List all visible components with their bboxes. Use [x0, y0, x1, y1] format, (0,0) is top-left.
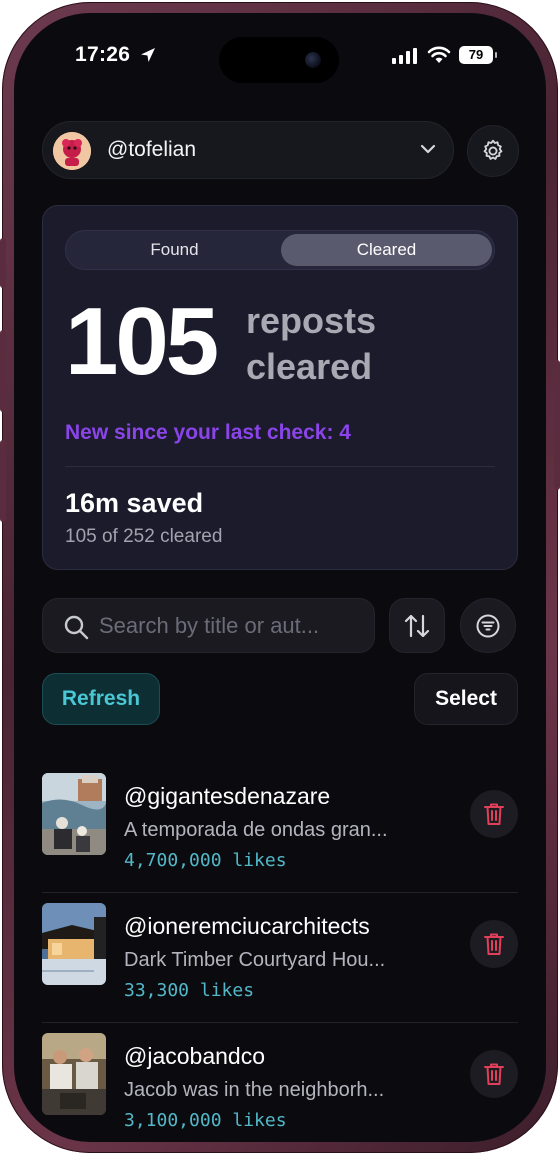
- search-icon: [64, 615, 89, 640]
- gear-icon: [483, 139, 503, 160]
- action-button: [0, 238, 6, 288]
- wifi-icon: [427, 46, 451, 63]
- camera-icon: [305, 52, 321, 68]
- list-item[interactable]: @ioneremciucarchitects Dark Timber Court…: [42, 893, 518, 1023]
- sort-icon: [404, 614, 430, 637]
- post-likes: 3,100,000 likes: [124, 1110, 287, 1131]
- volume-up-button: [0, 330, 6, 412]
- stats-card: Found Cleared 105 reposts cleared New si…: [42, 205, 518, 570]
- post-title: A temporada de ondas gran...: [124, 819, 388, 841]
- time-saved: 16m saved: [65, 488, 204, 518]
- battery-icon: 79: [459, 46, 497, 64]
- post-thumbnail: [42, 773, 106, 855]
- account-selector[interactable]: @tofelian: [42, 121, 454, 179]
- trash-icon: [484, 1063, 504, 1085]
- volume-down-button: [0, 440, 6, 522]
- tab-cleared[interactable]: Cleared: [281, 234, 492, 266]
- app-screen: 17:26 79 @tofelian Found Cleared 105 rep…: [14, 13, 546, 1142]
- status-time: 17:26: [75, 43, 131, 66]
- post-title: Dark Timber Courtyard Hou...: [124, 949, 386, 971]
- list-item[interactable]: @jacobandco Jacob was in the neighborh..…: [42, 1023, 518, 1142]
- search-input[interactable]: [99, 599, 359, 652]
- trash-icon: [484, 803, 504, 825]
- post-author: @ioneremciucarchitects: [124, 913, 370, 939]
- cleared-count-label: reposts cleared: [246, 298, 376, 390]
- tab-found[interactable]: Found: [69, 234, 280, 266]
- new-since-last-check: New since your last check: 4: [65, 421, 351, 444]
- list-item[interactable]: @gigantesdenazare A temporada de ondas g…: [42, 763, 518, 893]
- trash-icon: [484, 933, 504, 955]
- chevron-down-icon: [420, 144, 436, 154]
- sort-button[interactable]: [389, 598, 445, 653]
- avatar-image: [53, 132, 91, 170]
- post-title: Jacob was in the neighborh...: [124, 1079, 385, 1101]
- post-author: @gigantesdenazare: [124, 783, 331, 809]
- post-likes: 4,700,000 likes: [124, 850, 287, 871]
- post-thumbnail: [42, 903, 106, 985]
- search-bar[interactable]: [42, 598, 375, 653]
- card-divider: [65, 466, 495, 467]
- post-thumbnail: [42, 1033, 106, 1115]
- repost-list: @gigantesdenazare A temporada de ondas g…: [42, 763, 518, 1142]
- delete-button[interactable]: [470, 920, 518, 968]
- location-arrow-icon: [141, 48, 155, 62]
- post-likes: 33,300 likes: [124, 980, 255, 1001]
- filter-button[interactable]: [460, 598, 516, 653]
- cellular-signal-icon: [392, 48, 417, 64]
- delete-button[interactable]: [470, 790, 518, 838]
- dynamic-island: [219, 37, 339, 83]
- found-cleared-segmented-control: Found Cleared: [65, 230, 495, 270]
- power-button: [554, 360, 560, 490]
- filter-icon: [476, 614, 500, 637]
- refresh-button[interactable]: Refresh: [42, 673, 160, 725]
- avatar: [53, 132, 91, 170]
- settings-button[interactable]: [467, 125, 519, 177]
- count-label-line2: cleared: [246, 346, 373, 387]
- cleared-progress: 105 of 252 cleared: [65, 526, 223, 547]
- cleared-count: 105: [65, 288, 219, 395]
- delete-button[interactable]: [470, 1050, 518, 1098]
- account-handle: @tofelian: [107, 138, 197, 161]
- select-button[interactable]: Select: [414, 673, 518, 725]
- count-label-line1: reposts: [246, 300, 377, 341]
- post-author: @jacobandco: [124, 1043, 265, 1069]
